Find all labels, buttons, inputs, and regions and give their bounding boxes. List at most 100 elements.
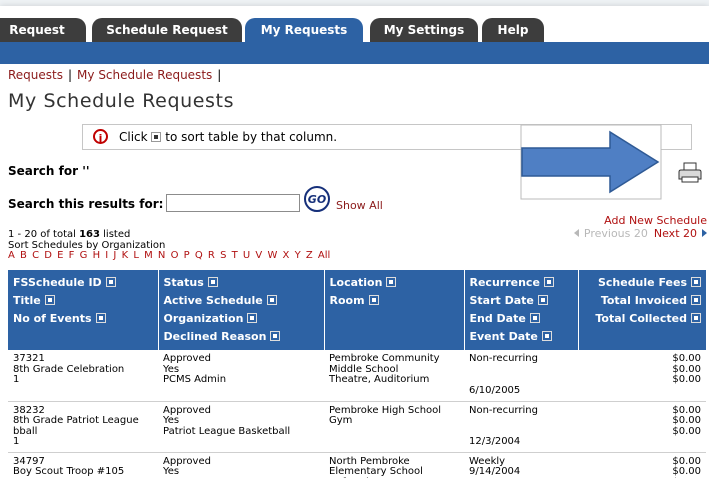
sort-icon[interactable] xyxy=(691,277,701,287)
sort-icon[interactable] xyxy=(270,331,281,341)
show-all-link[interactable]: Show All xyxy=(336,199,383,212)
breadcrumb-my-schedule-requests[interactable]: My Schedule Requests xyxy=(77,68,212,82)
column-header-item[interactable]: Start Date xyxy=(470,292,573,310)
sort-icon[interactable] xyxy=(44,295,55,305)
column-header-item[interactable]: Title xyxy=(13,292,153,310)
add-new-schedule-link[interactable]: Add New Schedule xyxy=(604,214,707,227)
table-row[interactable]: 37321 8th Grade Celebration 1 Approved Yes PC… xyxy=(8,350,706,402)
alphabet-link[interactable]: V xyxy=(255,250,262,261)
cell-text: Non-recurring xyxy=(469,404,538,416)
sort-icon[interactable] xyxy=(537,295,548,305)
sort-icon[interactable] xyxy=(247,313,258,323)
table-cell: North PembrokeElementary SchoolCafeteria xyxy=(324,452,464,478)
cell-text: Patriot League Basketball xyxy=(163,425,291,437)
alphabet-link[interactable]: All xyxy=(318,250,330,261)
alphabet-link[interactable]: U xyxy=(243,250,250,261)
table-cell: 38232 8th Grade Patriot League bball 1 xyxy=(8,401,158,453)
column-label: End Date xyxy=(469,312,526,325)
alphabet-link[interactable]: F xyxy=(69,250,75,261)
alphabet-link[interactable]: R xyxy=(208,250,215,261)
tab-help[interactable]: Help xyxy=(482,18,544,42)
alphabet-link[interactable]: J xyxy=(113,250,116,261)
alphabet-link[interactable]: G xyxy=(80,250,88,261)
alphabet-link[interactable]: C xyxy=(32,250,39,261)
column-header-item[interactable]: Organization xyxy=(164,310,319,328)
alphabet-link[interactable]: S xyxy=(220,250,226,261)
alphabet-link[interactable]: X xyxy=(283,250,290,261)
search-input[interactable] xyxy=(166,194,300,212)
alphabet-link[interactable]: O xyxy=(171,250,179,261)
column-label: Recurrence xyxy=(469,276,540,289)
cell-text: 1 xyxy=(13,374,20,385)
sort-icon[interactable] xyxy=(529,313,540,323)
column-header-item[interactable]: Event Date xyxy=(470,328,573,346)
column-header-item[interactable]: Declined Reason xyxy=(164,328,319,346)
column-header-item[interactable]: No of Events xyxy=(13,310,153,328)
column-label: Declined Reason xyxy=(163,330,267,343)
alphabet-link[interactable]: D xyxy=(44,250,52,261)
column-header-item[interactable]: Location xyxy=(330,274,459,292)
alphabet-link[interactable]: N xyxy=(158,250,165,261)
alphabet-link[interactable]: Q xyxy=(195,250,203,261)
cell-text xyxy=(469,365,573,376)
breadcrumb-requests[interactable]: Requests xyxy=(8,68,63,82)
cell-text: $0.00 xyxy=(672,425,701,437)
breadcrumb-separator: | xyxy=(68,68,73,82)
cell-text: Approved xyxy=(163,455,211,467)
next-link[interactable]: Next 20 xyxy=(654,227,697,240)
column-header-item[interactable]: Total Invoiced xyxy=(584,292,701,310)
previous-link: Previous 20 xyxy=(583,227,648,240)
alphabet-link[interactable]: H xyxy=(93,250,101,261)
tab-schedule-request[interactable]: Schedule Request xyxy=(92,18,242,42)
table-cell: $0.00$0.00$0.00 xyxy=(578,452,706,478)
tab-my-settings[interactable]: My Settings xyxy=(370,18,478,42)
table-cell: 34797Boy Scout Troop #10537 xyxy=(8,452,158,478)
alphabet-link[interactable]: E xyxy=(57,250,63,261)
table-cell: 37321 8th Grade Celebration 1 xyxy=(8,350,158,402)
sort-icon[interactable] xyxy=(207,277,218,287)
sort-icon[interactable] xyxy=(105,277,116,287)
column-header: Recurrence Start Date End Date Event Date xyxy=(463,270,578,350)
alphabet-link[interactable]: Y xyxy=(295,250,301,261)
alphabet-link[interactable]: T xyxy=(232,250,238,261)
column-header-item[interactable]: Active Schedule xyxy=(164,292,319,310)
sort-icon[interactable] xyxy=(543,277,554,287)
table-row[interactable]: 34797Boy Scout Troop #10537ApprovedYesBo… xyxy=(8,452,706,478)
table-row[interactable]: 38232 8th Grade Patriot League bball 1 Appro… xyxy=(8,401,706,453)
printer-icon[interactable] xyxy=(677,162,703,184)
column-label: Active Schedule xyxy=(163,294,263,307)
alphabet-link[interactable]: M xyxy=(144,250,153,261)
alphabet-link[interactable]: P xyxy=(184,250,190,261)
tab-request[interactable]: Request xyxy=(0,18,86,42)
cell-text: PCMS Admin xyxy=(163,374,227,385)
nav-band xyxy=(0,42,709,64)
column-header: Location Room xyxy=(323,270,464,350)
sort-icon[interactable] xyxy=(541,331,552,341)
alphabet-link[interactable]: A xyxy=(8,250,15,261)
alphabet-link[interactable]: B xyxy=(20,250,27,261)
column-header-item[interactable]: Status xyxy=(164,274,319,292)
tab-my-requests[interactable]: My Requests xyxy=(245,18,363,44)
alphabet-link[interactable]: K xyxy=(122,250,129,261)
sort-icon[interactable] xyxy=(691,295,701,305)
sort-icon[interactable] xyxy=(266,295,277,305)
sort-icon[interactable] xyxy=(386,277,397,287)
alphabet-link[interactable]: I xyxy=(105,250,108,261)
sort-icon[interactable] xyxy=(368,295,379,305)
column-header-item[interactable]: End Date xyxy=(470,310,573,328)
sort-icon[interactable] xyxy=(691,313,701,323)
alphabet-link[interactable]: W xyxy=(267,250,277,261)
alphabet-link[interactable]: L xyxy=(133,250,139,261)
sort-icon[interactable] xyxy=(95,313,106,323)
next-arrow-icon[interactable] xyxy=(702,229,707,237)
alphabet-link[interactable]: Z xyxy=(306,250,313,261)
column-header-item[interactable]: Total Collected xyxy=(584,310,701,328)
column-header-item[interactable]: FSSchedule ID xyxy=(13,274,153,292)
column-header-item[interactable]: Recurrence xyxy=(470,274,573,292)
column-label: Event Date xyxy=(469,330,538,343)
column-header-item[interactable]: Room xyxy=(330,292,459,310)
cell-text: 12/3/2004 xyxy=(469,436,521,447)
go-button[interactable]: GO xyxy=(304,186,330,212)
column-label: FSSchedule ID xyxy=(13,276,102,289)
column-header-item[interactable]: Schedule Fees xyxy=(584,274,701,292)
